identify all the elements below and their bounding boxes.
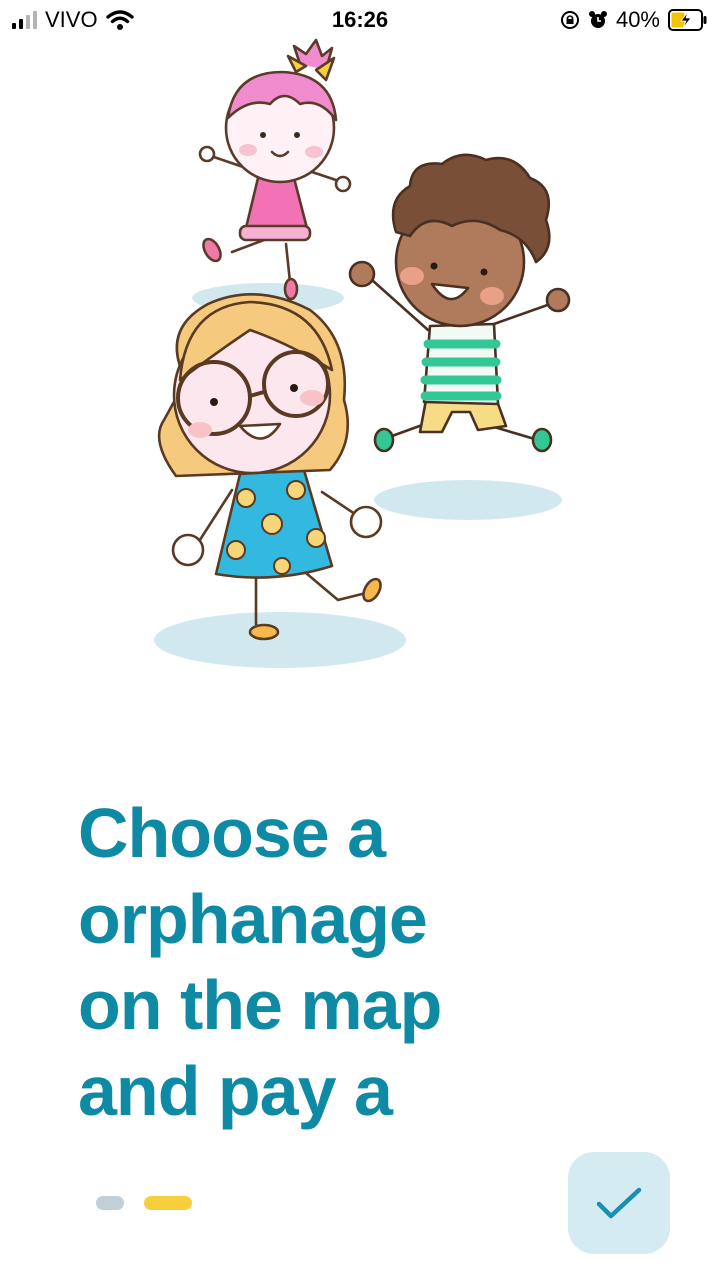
battery-charging-icon bbox=[668, 9, 707, 31]
onboarding-headline: Choose a orphanage on the map and pay a bbox=[78, 790, 638, 1134]
pink-girl-figure bbox=[198, 38, 352, 301]
headline-line: Choose a bbox=[78, 794, 386, 872]
headline-line: orphanage bbox=[78, 880, 428, 958]
battery-percent: 40% bbox=[615, 7, 660, 32]
done-button[interactable] bbox=[568, 1152, 670, 1254]
page-indicator-dot-1[interactable] bbox=[96, 1196, 124, 1210]
curly-boy-figure bbox=[348, 153, 571, 453]
blonde-girl-figure bbox=[157, 293, 383, 641]
status-bar: VIVO 16:26 40% bbox=[0, 0, 720, 40]
alarm-icon bbox=[588, 11, 607, 28]
page-indicator bbox=[96, 1196, 192, 1210]
rotation-lock-icon bbox=[560, 11, 579, 29]
shadow bbox=[374, 480, 562, 520]
shadow bbox=[154, 612, 406, 668]
checkmark-icon bbox=[596, 1187, 642, 1219]
headline-line: and pay a bbox=[78, 1052, 393, 1130]
headline-line: on the map bbox=[78, 966, 442, 1044]
page-indicator-dot-2-active[interactable] bbox=[144, 1196, 192, 1210]
children-jumping-illustration bbox=[154, 38, 571, 668]
